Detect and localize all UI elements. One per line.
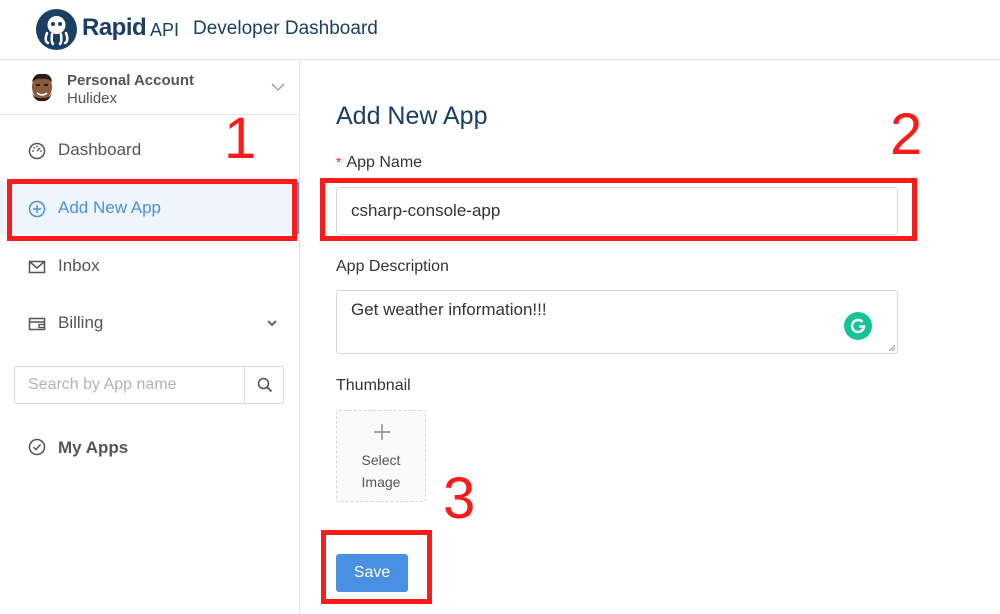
select-image-line2: Image <box>361 474 401 490</box>
grammarly-icon[interactable] <box>844 312 872 340</box>
sidebar-item-label: Add New App <box>58 198 162 217</box>
plus-icon <box>374 424 390 440</box>
my-apps-label: My Apps <box>58 438 129 457</box>
brand-name: Rapid <box>82 14 147 41</box>
resize-grip-icon[interactable] <box>886 342 896 352</box>
sidebar-item-inbox[interactable]: Inbox <box>0 240 299 292</box>
thumbnail-upload[interactable]: Select Image <box>336 410 426 502</box>
app-title: Developer Dashboard <box>193 18 378 39</box>
avatar <box>32 73 52 102</box>
check-circle-icon <box>28 438 46 456</box>
app-name-label: App Name <box>346 154 423 171</box>
app-description-label: App Description <box>336 258 449 275</box>
thumbnail-label: Thumbnail <box>336 377 411 394</box>
app-description-input[interactable]: Get weather information!!! <box>336 290 898 354</box>
sidebar-item-label: Inbox <box>58 256 100 275</box>
select-image-line1: Select <box>361 452 401 468</box>
dashboard-gauge-icon <box>28 142 46 160</box>
my-apps-section[interactable]: My Apps <box>0 430 299 464</box>
sidebar-item-label: Dashboard <box>58 140 142 159</box>
required-marker: * <box>336 154 342 170</box>
app-name-label-row: * App Name <box>336 154 422 172</box>
search-icon <box>257 377 273 393</box>
annotation-number-2: 2 <box>890 102 923 167</box>
sidebar-item-label: Billing <box>58 313 104 332</box>
annotation-number-3: 3 <box>443 466 476 531</box>
top-bar: Rapid API Developer Dashboard <box>0 0 1000 60</box>
chevron-down-icon <box>271 83 285 91</box>
app-name-input[interactable] <box>336 187 898 235</box>
annotation-number-1: 1 <box>224 106 257 171</box>
search-button[interactable] <box>244 367 284 403</box>
page-title: Add New App <box>336 102 488 130</box>
account-type: Personal Account <box>67 72 194 89</box>
chevron-down-icon <box>267 320 277 327</box>
wallet-icon <box>28 317 46 331</box>
save-button[interactable]: Save <box>336 554 408 592</box>
sidebar-item-billing[interactable]: Billing <box>0 297 299 349</box>
plus-circle-icon <box>28 200 46 218</box>
app-search <box>14 366 284 404</box>
brand-suffix: API <box>150 20 180 40</box>
sidebar-item-add-new-app[interactable]: Add New App <box>0 182 299 234</box>
account-name: Hulidex <box>67 90 118 107</box>
select-image-text: Select Image <box>337 449 425 493</box>
mail-icon <box>28 260 46 274</box>
search-input[interactable] <box>15 367 244 403</box>
rapidapi-logo-icon[interactable] <box>36 9 77 50</box>
